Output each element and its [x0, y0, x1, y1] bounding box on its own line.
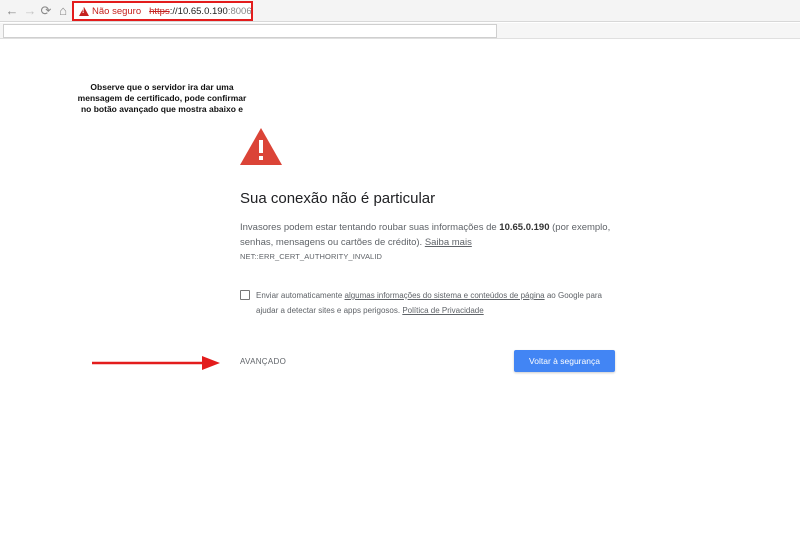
warning-triangle-icon: [240, 128, 282, 165]
optin-checkbox[interactable]: [240, 290, 250, 300]
url-scheme: https: [149, 5, 170, 17]
error-code: NET::ERR_CERT_AUTHORITY_INVALID: [240, 252, 383, 261]
url-scheme-separator: ://: [169, 5, 178, 17]
description-host: 10.65.0.190: [499, 222, 550, 233]
privacy-policy-link[interactable]: Política de Privacidade: [402, 306, 483, 315]
security-status[interactable]: Não seguro: [92, 6, 141, 17]
url-host: 10.65.0.190: [177, 5, 228, 17]
annotation-note: Observe que o servidor ira dar uma mensa…: [77, 82, 247, 114]
url-port: :8006: [227, 5, 252, 17]
arrow-left-icon[interactable]: ←: [4, 3, 20, 19]
home-icon[interactable]: ⌂: [55, 3, 71, 19]
warning-icon: [79, 6, 89, 16]
secondary-input[interactable]: [3, 24, 497, 38]
browser-toolbar: ← → ⟳ ⌂ Não seguro https :// 10.65.0.190…: [0, 0, 800, 22]
learn-more-link[interactable]: Saiba mais: [425, 237, 472, 248]
annotation-arrow-icon: [92, 356, 220, 370]
warning-description: Invasores podem estar tentando roubar su…: [240, 220, 612, 250]
back-to-safety-button[interactable]: Voltar à segurança: [514, 350, 615, 372]
page-title: Sua conexão não é particular: [240, 190, 436, 207]
secondary-bar: [0, 23, 800, 39]
description-prefix: Invasores podem estar tentando roubar su…: [240, 222, 500, 233]
reload-icon[interactable]: ⟳: [38, 3, 54, 19]
advanced-button[interactable]: AVANÇADO: [240, 357, 286, 366]
optin-prefix: Enviar automaticamente: [256, 291, 345, 300]
optin-label: Enviar automaticamente algumas informaçõ…: [256, 288, 616, 318]
arrow-right-icon[interactable]: →: [22, 3, 38, 19]
system-info-link[interactable]: algumas informações do sistema e conteúd…: [345, 291, 545, 300]
address-bar[interactable]: Não seguro https :// 10.65.0.190 :8006: [72, 1, 253, 21]
